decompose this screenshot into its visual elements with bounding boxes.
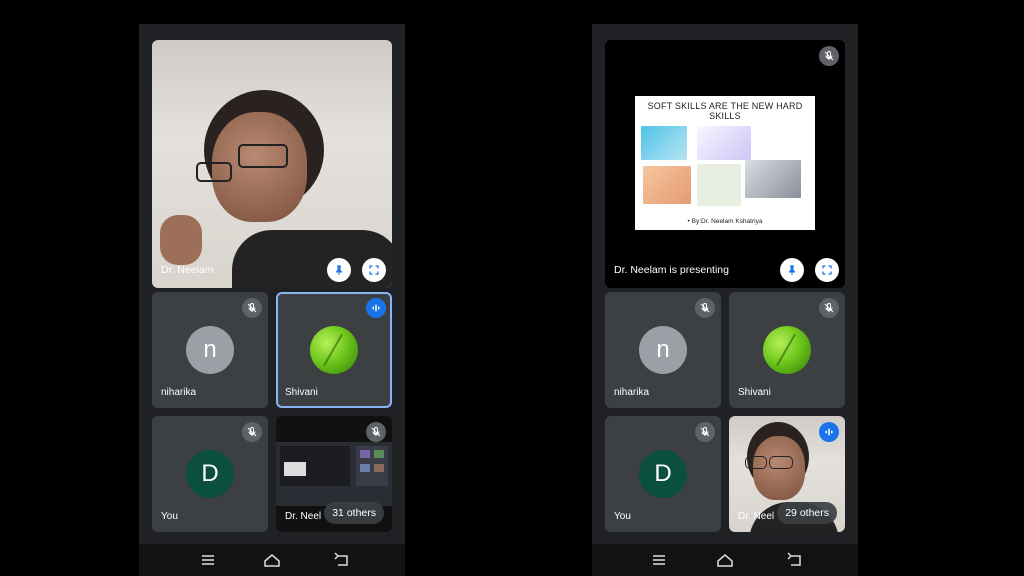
- back-icon[interactable]: [786, 552, 804, 568]
- participant-name: niharika: [161, 387, 197, 398]
- audio-level-icon: [825, 428, 833, 436]
- participant-name: niharika: [614, 387, 650, 398]
- menu-icon[interactable]: [650, 552, 668, 568]
- mute-indicator: [695, 298, 715, 318]
- mic-off-icon: [247, 302, 257, 313]
- avatar: D: [639, 450, 687, 498]
- participant-name: You: [161, 511, 178, 522]
- slide-image: [697, 126, 751, 160]
- android-nav-bar: [592, 544, 858, 576]
- pin-button[interactable]: [780, 258, 804, 282]
- mute-indicator: [242, 422, 262, 442]
- back-icon[interactable]: [333, 552, 351, 568]
- speaking-indicator: [366, 298, 386, 318]
- slide-image: [643, 166, 691, 204]
- mic-off-icon: [247, 426, 257, 437]
- slide-title: SOFT SKILLS ARE THE NEW HARD SKILLS: [647, 101, 803, 121]
- participant-name: You: [614, 511, 631, 522]
- participant-tile-you[interactable]: D You: [152, 416, 268, 532]
- mute-indicator: [819, 46, 839, 66]
- android-nav-bar: [139, 544, 405, 576]
- audio-level-icon: [372, 304, 380, 312]
- mute-indicator: [242, 298, 262, 318]
- mic-off-icon: [824, 302, 834, 313]
- fullscreen-icon: [369, 265, 379, 275]
- main-video-tile[interactable]: Dr. Neelam: [152, 40, 392, 288]
- mute-indicator: [366, 422, 386, 442]
- mic-off-icon: [700, 302, 710, 313]
- others-count-badge[interactable]: 31 others: [324, 502, 384, 524]
- slide-image: [697, 164, 741, 206]
- slide-image: [745, 160, 801, 198]
- fullscreen-icon: [822, 265, 832, 275]
- fullscreen-button[interactable]: [362, 258, 386, 282]
- participant-tile-others[interactable]: Dr. Neel 31 others: [276, 416, 392, 532]
- pin-button[interactable]: [327, 258, 351, 282]
- avatar: n: [639, 326, 687, 374]
- phone-screen-left: Dr. Neelam n niharika Shivani D You Dr. …: [139, 24, 405, 576]
- participant-tile-you[interactable]: D You: [605, 416, 721, 532]
- menu-icon[interactable]: [199, 552, 217, 568]
- participant-tile-shivani[interactable]: Shivani: [276, 292, 392, 408]
- avatar: n: [186, 326, 234, 374]
- mic-off-icon: [700, 426, 710, 437]
- pin-icon: [789, 265, 795, 275]
- presentation-tile[interactable]: SOFT SKILLS ARE THE NEW HARD SKILLS • By…: [605, 40, 845, 288]
- others-count-badge[interactable]: 29 others: [777, 502, 837, 524]
- slide-image: [641, 126, 687, 160]
- participant-tile-others[interactable]: Dr. Neel 29 others: [729, 416, 845, 532]
- participant-name: Dr. Neelam: [161, 264, 214, 276]
- participant-name: Shivani: [285, 387, 318, 398]
- mute-indicator: [695, 422, 715, 442]
- presentation-slide: SOFT SKILLS ARE THE NEW HARD SKILLS • By…: [635, 96, 815, 230]
- participant-tile-niharika[interactable]: n niharika: [152, 292, 268, 408]
- shared-screen-thumbnail: [276, 442, 392, 506]
- participant-name: Dr. Neel: [738, 511, 775, 522]
- mic-off-icon: [371, 426, 381, 437]
- phone-screen-right: SOFT SKILLS ARE THE NEW HARD SKILLS • By…: [592, 24, 858, 576]
- camera-feed: [152, 40, 392, 288]
- participant-tile-niharika[interactable]: n niharika: [605, 292, 721, 408]
- pin-icon: [336, 265, 342, 275]
- slide-footer: • By:Dr. Neelam Kshatriya: [687, 218, 763, 225]
- avatar: [310, 326, 358, 374]
- fullscreen-button[interactable]: [815, 258, 839, 282]
- participant-name: Dr. Neel: [285, 511, 322, 522]
- home-icon[interactable]: [716, 552, 734, 568]
- participant-name: Shivani: [738, 387, 771, 398]
- participant-tile-shivani[interactable]: Shivani: [729, 292, 845, 408]
- speaking-indicator: [819, 422, 839, 442]
- mute-indicator: [819, 298, 839, 318]
- presenting-label: Dr. Neelam is presenting: [614, 264, 729, 276]
- avatar: [763, 326, 811, 374]
- avatar: D: [186, 450, 234, 498]
- mic-off-icon: [824, 50, 834, 61]
- home-icon[interactable]: [263, 552, 281, 568]
